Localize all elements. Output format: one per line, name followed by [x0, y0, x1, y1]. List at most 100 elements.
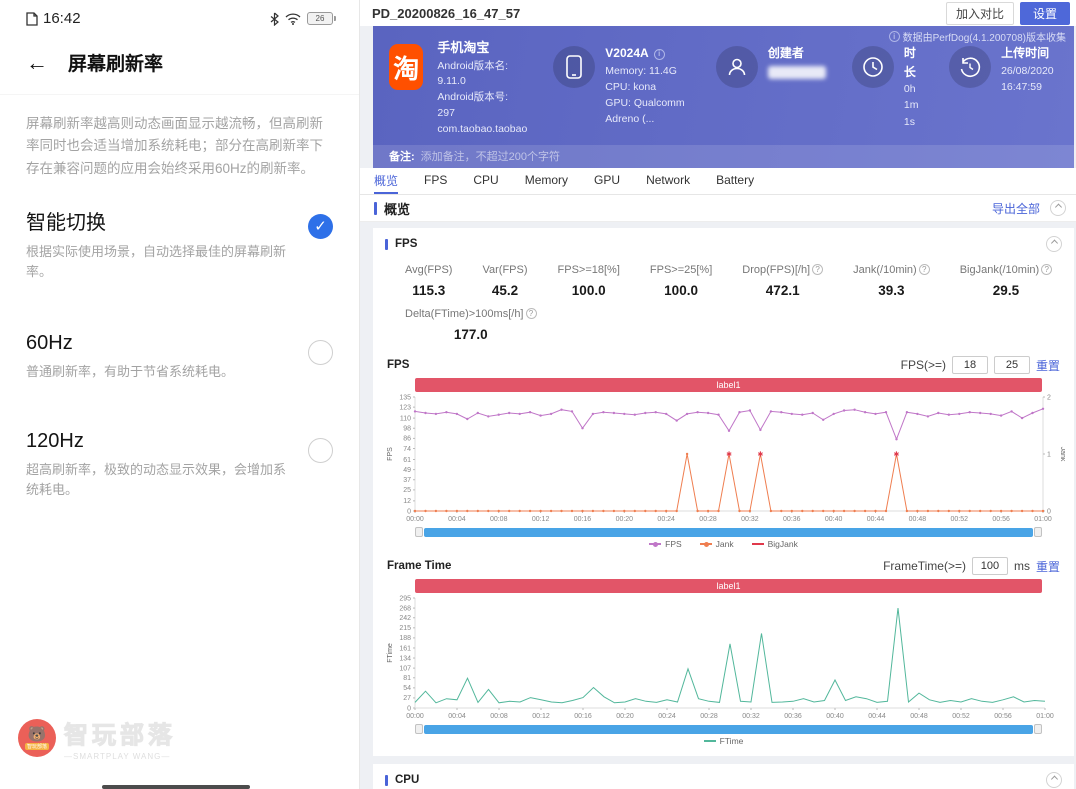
- svg-text:134: 134: [399, 656, 411, 663]
- app-name: 手机淘宝: [437, 38, 527, 58]
- svg-text:00:08: 00:08: [490, 713, 508, 720]
- overview-title: 概览: [384, 199, 410, 218]
- svg-text:61: 61: [403, 457, 411, 464]
- back-button[interactable]: ←: [26, 52, 48, 74]
- stat-value: 177.0: [405, 327, 537, 342]
- settings-button[interactable]: 设置: [1020, 2, 1070, 25]
- tab-Memory[interactable]: Memory: [525, 168, 568, 194]
- svg-text:110: 110: [400, 416, 411, 423]
- export-all-link[interactable]: 导出全部: [992, 200, 1040, 217]
- fps-reset-link[interactable]: 重置: [1036, 357, 1060, 374]
- radio-unchecked-icon[interactable]: [308, 438, 333, 463]
- document-icon: [26, 12, 38, 26]
- watermark-logo-icon: 🐻 智玩部落: [18, 719, 56, 757]
- info-icon[interactable]: ?: [919, 264, 930, 275]
- taobao-app-icon: 淘: [389, 44, 423, 90]
- info-icon[interactable]: ?: [526, 308, 537, 319]
- svg-text:✱: ✱: [757, 451, 763, 459]
- refresh-option-智能切换[interactable]: 智能切换根据实际使用场景，自动选择最佳的屏幕刷新率。✓: [0, 180, 359, 282]
- collapse-cpu-button[interactable]: [1046, 772, 1062, 788]
- frametime-chart-legend: FTime: [385, 734, 1062, 750]
- device-gpu: GPU: Qualcomm Adreno (...: [605, 95, 690, 128]
- clock-time: 16:42: [43, 10, 81, 27]
- creator-label: 创建者: [768, 44, 826, 63]
- fps-chart-scrollbar[interactable]: [415, 527, 1042, 537]
- frametime-chart-scrollbar[interactable]: [415, 724, 1042, 734]
- note-input[interactable]: 备注:添加备注，不超过200个字符: [373, 145, 1074, 168]
- frametime-reset-link[interactable]: 重置: [1036, 558, 1060, 575]
- info-icon[interactable]: i: [654, 49, 665, 60]
- refresh-option-120Hz[interactable]: 120Hz超高刷新率，极致的动态显示效果，会增加系统耗电。: [0, 382, 359, 500]
- upload-time-label: 上传时间: [1001, 44, 1060, 63]
- fps-threshold-input-2[interactable]: [994, 356, 1030, 374]
- frametime-chart-title: Frame Time: [387, 560, 451, 572]
- case-title: PD_20200826_16_47_57: [372, 6, 520, 21]
- legend-FTime[interactable]: FTime: [704, 736, 744, 746]
- svg-text:37: 37: [403, 477, 411, 484]
- svg-text:00:08: 00:08: [490, 516, 508, 523]
- fps-section-title: FPS: [395, 238, 417, 250]
- android-version-code: Android版本号: 297: [437, 90, 527, 122]
- legend-FPS[interactable]: FPS: [649, 539, 682, 549]
- frametime-threshold-input[interactable]: [972, 557, 1008, 575]
- duration-clock-icon: [852, 46, 894, 88]
- fps-threshold-filter: FPS(>=) 重置: [901, 356, 1060, 374]
- svg-text:00:12: 00:12: [532, 713, 550, 720]
- svg-text:00:56: 00:56: [994, 713, 1012, 720]
- svg-text:00:40: 00:40: [825, 516, 843, 523]
- stat-item: Drop(FPS)[/h]?472.1: [742, 264, 823, 298]
- tab-FPS[interactable]: FPS: [424, 168, 447, 194]
- svg-text:81: 81: [403, 675, 411, 682]
- phone-settings-panel: 16:42 26 ← 屏幕刷新率 屏幕刷新率越高则动态画面显示越流畅，但高刷新率…: [0, 0, 360, 789]
- session-header: i 数据由PerfDog(4.1.200708)版本收集 淘 手机淘宝 Andr…: [373, 26, 1074, 168]
- fps-chart: 01225374961748698110123135012FPSJank00:0…: [385, 392, 1062, 526]
- fps-stats-row2: Delta(FTime)>100ms[/h]?177.0: [385, 308, 1062, 352]
- screen: 16:42 26 ← 屏幕刷新率 屏幕刷新率越高则动态画面显示越流畅，但高刷新率…: [0, 0, 1076, 789]
- refresh-option-60Hz[interactable]: 60Hz普通刷新率，有助于节省系统耗电。: [0, 282, 359, 382]
- svg-text:00:12: 00:12: [532, 516, 550, 523]
- svg-text:25: 25: [403, 487, 411, 494]
- device-cpu: CPU: kona: [605, 79, 690, 95]
- collect-notice: i 数据由PerfDog(4.1.200708)版本收集: [887, 29, 1066, 44]
- accent-bar: [374, 202, 377, 215]
- fps-chart-legend: FPS Jank BigJank: [385, 537, 1062, 553]
- svg-text:2: 2: [1047, 395, 1051, 402]
- add-compare-button[interactable]: 加入对比: [946, 2, 1014, 25]
- svg-text:00:44: 00:44: [868, 713, 886, 720]
- frametime-threshold-filter: FrameTime(>=) ms 重置: [883, 557, 1060, 575]
- info-icon[interactable]: ?: [1041, 264, 1052, 275]
- svg-text:00:48: 00:48: [909, 516, 927, 523]
- stat-label: FPS>=18[%]: [558, 264, 620, 276]
- stat-label: Avg(FPS): [405, 264, 452, 276]
- legend-BigJank[interactable]: BigJank: [752, 539, 798, 549]
- tab-GPU[interactable]: GPU: [594, 168, 620, 194]
- refresh-rate-description: 屏幕刷新率越高则动态画面显示越流畅，但高刷新率同时也会适当增加系统耗电；部分在高…: [0, 94, 359, 180]
- status-bar: 16:42 26: [0, 0, 359, 27]
- frametime-unit-label: ms: [1014, 559, 1030, 573]
- fps-chart-title: FPS: [387, 359, 409, 371]
- legend-Jank[interactable]: Jank: [700, 539, 734, 549]
- tab-概览[interactable]: 概览: [374, 168, 398, 194]
- svg-text:1: 1: [1047, 452, 1051, 459]
- phone-icon: [553, 46, 595, 88]
- tab-CPU[interactable]: CPU: [473, 168, 498, 194]
- wifi-icon: [285, 13, 301, 25]
- svg-text:00:32: 00:32: [741, 516, 759, 523]
- collapse-overview-button[interactable]: [1050, 200, 1066, 216]
- frametime-label1-banner: label1: [415, 579, 1042, 593]
- stat-label: Var(FPS): [482, 264, 527, 276]
- svg-text:0: 0: [407, 706, 411, 713]
- info-icon[interactable]: ?: [812, 264, 823, 275]
- upload-time-icon: [949, 46, 991, 88]
- watermark-en-text: —SMARTPLAY WANG—: [64, 752, 176, 761]
- fps-threshold-input-1[interactable]: [952, 356, 988, 374]
- option-label: 智能切换: [26, 206, 294, 235]
- svg-text:161: 161: [399, 646, 411, 653]
- svg-text:00:52: 00:52: [952, 713, 970, 720]
- collapse-fps-button[interactable]: [1046, 236, 1062, 252]
- svg-text:FPS: FPS: [387, 447, 394, 461]
- radio-unchecked-icon[interactable]: [308, 340, 333, 365]
- tab-Battery[interactable]: Battery: [716, 168, 754, 194]
- tab-Network[interactable]: Network: [646, 168, 690, 194]
- radio-checked-icon[interactable]: ✓: [308, 214, 333, 239]
